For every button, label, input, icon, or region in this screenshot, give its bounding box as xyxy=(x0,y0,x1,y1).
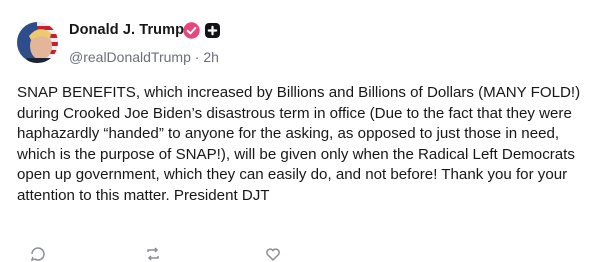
verified-badge-icon xyxy=(183,22,200,39)
author-handle[interactable]: @realDonaldTrump xyxy=(69,49,191,65)
post-timestamp[interactable]: 2h xyxy=(203,49,219,65)
repost-icon xyxy=(147,247,159,261)
post-body: SNAP BENEFITS, which increased by Billio… xyxy=(17,84,581,204)
meta-separator: · xyxy=(194,49,200,65)
avatar-image xyxy=(17,22,58,63)
post-actions xyxy=(30,246,570,262)
heart-icon xyxy=(266,248,280,262)
author-meta: @realDonaldTrump · 2h xyxy=(69,49,219,65)
comment-icon xyxy=(30,247,45,262)
plus-badge-icon xyxy=(205,23,220,38)
reply-button[interactable] xyxy=(30,246,46,262)
author-avatar[interactable] xyxy=(17,22,58,63)
like-button[interactable] xyxy=(265,246,281,262)
author-display-name[interactable]: Donald J. Trump xyxy=(69,22,184,38)
repost-button[interactable] xyxy=(145,246,161,262)
